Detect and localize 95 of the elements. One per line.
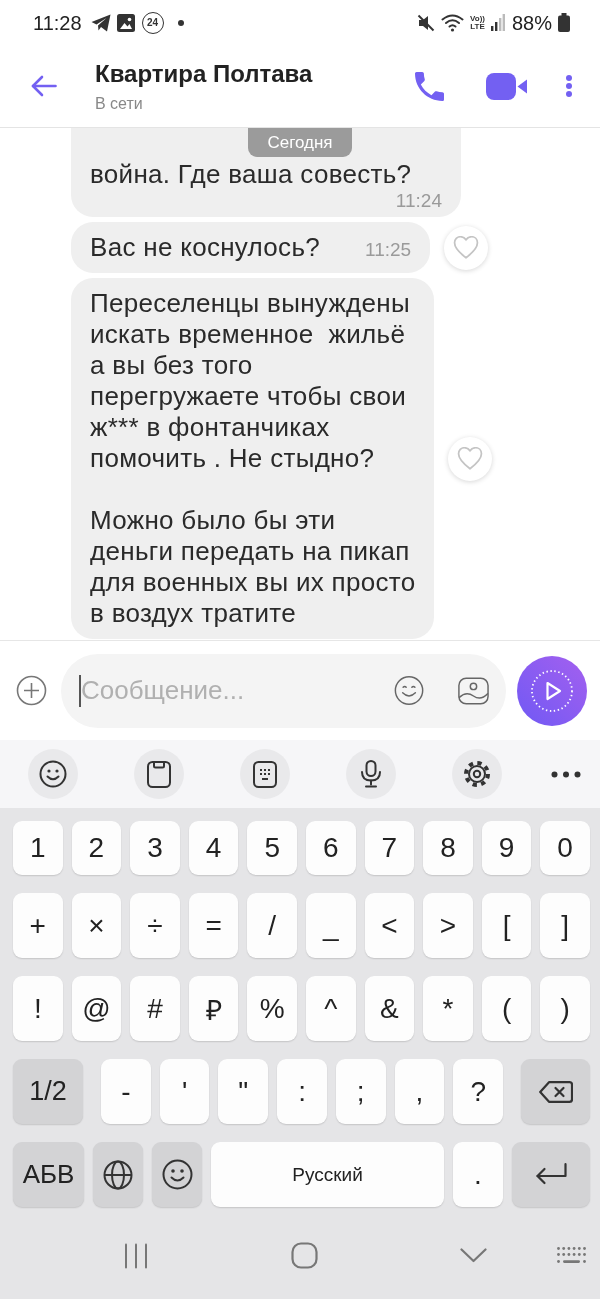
symbols-page-key[interactable]: 1/2 (13, 1059, 83, 1124)
paper-plane-icon (90, 13, 111, 32)
wifi-icon (441, 13, 464, 32)
keyboard-key[interactable]: / (247, 893, 297, 958)
settings-button[interactable] (452, 749, 502, 799)
enter-key[interactable] (512, 1142, 590, 1207)
space-key[interactable]: Русский (211, 1142, 444, 1207)
settings-icon (463, 760, 491, 788)
text-cursor (79, 674, 81, 707)
keyboard-key[interactable]: * (423, 976, 473, 1041)
online-status: В сети (95, 93, 143, 114)
clipboard-button[interactable] (134, 749, 184, 799)
chevron-down-icon[interactable] (460, 1248, 487, 1263)
keyboard-key[interactable]: ) (540, 976, 590, 1041)
message-time: 11:25 (365, 239, 412, 261)
keyboard-key[interactable]: = (188, 893, 239, 958)
volte-indicator: Vo)) LTE (470, 14, 485, 31)
message-text: война. Где ваша совесть? (90, 159, 412, 190)
keyboard-key[interactable]: × (71, 893, 122, 958)
heart-icon (457, 447, 484, 470)
keyboard-key[interactable]: & (364, 976, 415, 1041)
home-icon[interactable] (291, 1242, 318, 1269)
globe-icon (103, 1159, 133, 1190)
keyboard-key[interactable]: 8 (423, 821, 473, 875)
keyboard-key[interactable]: 5 (247, 821, 297, 875)
message-text: Вас не коснулось? (90, 232, 320, 263)
keyboard-key[interactable]: 7 (364, 821, 415, 875)
message-text: Переселенцы вынуждены искать временное жильё а вы без того перегружаете чтобы свои ж*** в фонтанчиках помочить . Не стыдно? Можно было бы эти деньги передать на пикап для военных вы их просто в воздух тратите (90, 288, 416, 629)
add-icon[interactable] (16, 675, 47, 706)
alphabet-key[interactable]: АБВ (13, 1142, 84, 1207)
clipboard-icon (147, 760, 171, 788)
keyboard-key[interactable]: ( (481, 976, 532, 1041)
battery-percent: 88% (511, 10, 552, 35)
phone-icon[interactable] (415, 71, 444, 101)
keyboard-key[interactable]: 1 (13, 821, 63, 875)
keyboard-key[interactable]: ! (13, 976, 63, 1041)
enter-icon (535, 1163, 567, 1186)
back-arrow-icon[interactable] (31, 75, 57, 97)
voice-input-button[interactable] (346, 749, 396, 799)
keyboard-key[interactable]: " (218, 1059, 269, 1124)
recent-apps-icon[interactable] (124, 1242, 148, 1269)
chat-title: Квартира Полтава (95, 58, 313, 89)
message-time: 11:24 (395, 190, 442, 212)
keyboard-key[interactable]: 0 (540, 821, 590, 875)
keypad-button[interactable] (240, 749, 290, 799)
keyboard-key[interactable]: @ (71, 976, 122, 1041)
keyboard-key[interactable]: 9 (481, 821, 532, 875)
keyboard-key[interactable]: 2 (71, 821, 122, 875)
emoji-button[interactable] (28, 749, 78, 799)
keyboard-key[interactable]: 4 (188, 821, 239, 875)
keyboard-key[interactable]: ' (159, 1059, 210, 1124)
mute-icon (417, 13, 435, 32)
microphone-icon (360, 760, 382, 788)
keyboard-key[interactable]: > (423, 893, 473, 958)
heart-icon (453, 236, 480, 259)
date-label: Сегодня (248, 128, 352, 157)
emoji-icon[interactable] (394, 674, 425, 707)
keyboard-key[interactable]: + (13, 893, 63, 958)
keyboard-key[interactable]: ₽ (188, 976, 239, 1041)
keyboard-key[interactable]: ÷ (130, 893, 180, 958)
dot-icon (177, 19, 184, 26)
backspace-key[interactable] (521, 1059, 591, 1124)
keyboard-key[interactable]: ? (453, 1059, 504, 1124)
keyboard-key[interactable]: % (247, 976, 297, 1041)
keyboard-key[interactable]: ^ (305, 976, 356, 1041)
keyboard-icon[interactable] (557, 1247, 586, 1264)
emoji-key[interactable] (152, 1142, 202, 1207)
more-icon[interactable] (551, 770, 581, 778)
emoji-icon (161, 1159, 193, 1190)
status-time: 11:28 (33, 10, 82, 35)
keyboard-key[interactable]: - (101, 1059, 151, 1124)
backspace-icon (538, 1080, 573, 1103)
video-camera-icon[interactable] (486, 72, 527, 100)
language-key[interactable] (93, 1142, 143, 1207)
keyboard-key[interactable]: , (394, 1059, 445, 1124)
signal-icon (490, 14, 505, 31)
keyboard-key[interactable]: ] (540, 893, 590, 958)
keyboard-key[interactable]: ; (335, 1059, 386, 1124)
keyboard-key[interactable]: 3 (130, 821, 180, 875)
keyboard-key[interactable]: < (364, 893, 415, 958)
keypad-icon (253, 760, 277, 788)
more-options-icon[interactable] (566, 75, 572, 97)
keyboard-key[interactable]: : (277, 1059, 327, 1124)
keyboard-key[interactable]: 6 (305, 821, 356, 875)
image-icon (116, 13, 135, 32)
dotted-play-icon (530, 668, 574, 713)
message-input[interactable]: Сообщение... (81, 672, 386, 709)
keyboard-key[interactable]: _ (305, 893, 356, 958)
message-field[interactable]: Сообщение... (61, 653, 506, 728)
image-icon[interactable] (458, 675, 489, 706)
keyboard-key[interactable]: [ (481, 893, 532, 958)
emoji-icon (39, 760, 67, 788)
keyboard-key[interactable]: . (453, 1142, 503, 1207)
battery-icon (558, 13, 570, 32)
keyboard-key[interactable]: # (130, 976, 180, 1041)
